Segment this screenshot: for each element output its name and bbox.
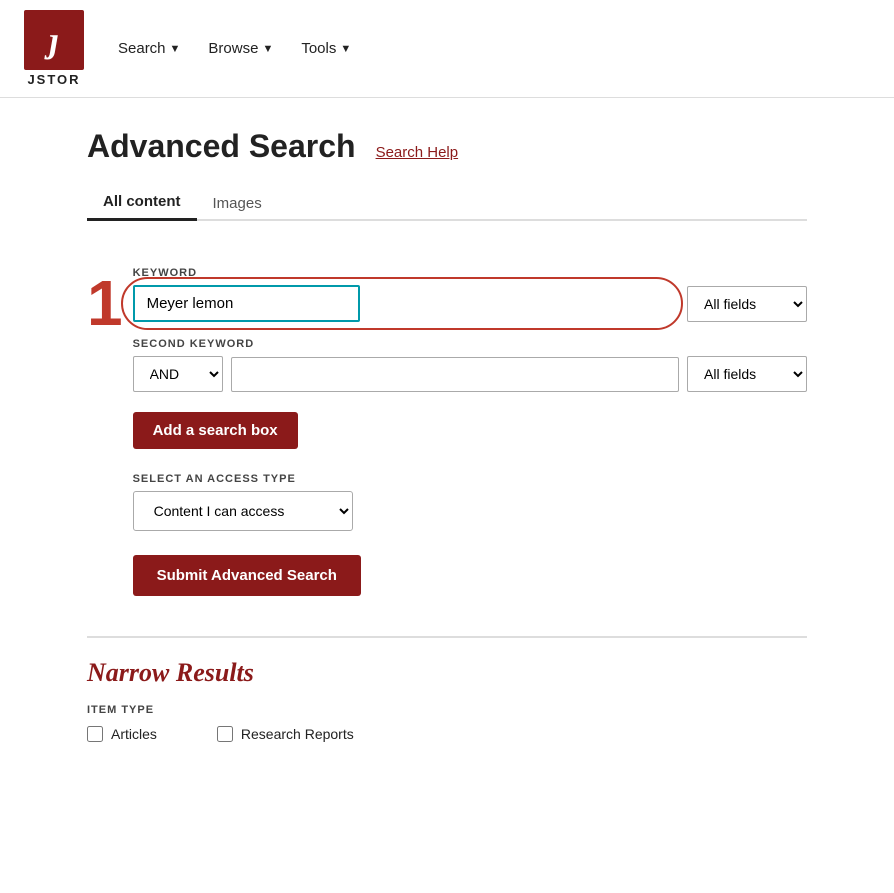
page-header: Advanced Search Search Help xyxy=(87,128,807,165)
search-help-link[interactable]: Search Help xyxy=(376,144,459,161)
research-reports-checkbox[interactable] xyxy=(217,726,233,742)
second-keyword-label: SECOND KEYWORD xyxy=(133,338,807,350)
tab-images[interactable]: Images xyxy=(197,185,278,221)
logo-area: ȷ JSTOR xyxy=(24,10,84,87)
chevron-down-icon: ▼ xyxy=(170,43,181,55)
nav: Search ▼ Browse ▼ Tools ▼ xyxy=(108,34,361,63)
second-field-select[interactable]: All fields Title Author Abstract xyxy=(687,356,807,392)
articles-checkbox-item[interactable]: Articles xyxy=(87,726,157,742)
second-keyword-row: AND OR NOT All fields Title Author Abstr… xyxy=(133,356,807,392)
narrow-results-section: Narrow Results ITEM TYPE Articles Resear… xyxy=(87,636,807,742)
chevron-down-icon: ▼ xyxy=(262,43,273,55)
header: ȷ JSTOR Search ▼ Browse ▼ Tools ▼ xyxy=(0,0,894,98)
add-search-box-button[interactable]: Add a search box xyxy=(133,412,298,449)
step-number: 1 xyxy=(87,271,123,335)
chevron-down-icon: ▼ xyxy=(340,43,351,55)
access-type-label: SELECT AN ACCESS TYPE xyxy=(133,473,807,485)
keyword-row: All fields Title Author Abstract xyxy=(133,285,807,322)
nav-browse-button[interactable]: Browse ▼ xyxy=(198,34,283,63)
jstor-logo: ȷ xyxy=(24,10,84,70)
logo-icon: ȷ xyxy=(49,19,59,61)
item-type-label: ITEM TYPE xyxy=(87,704,807,716)
logo-text: JSTOR xyxy=(27,72,80,87)
research-reports-checkbox-item[interactable]: Research Reports xyxy=(217,726,354,742)
nav-search-button[interactable]: Search ▼ xyxy=(108,34,190,63)
access-type-select[interactable]: Content I can access All content xyxy=(133,491,353,531)
tab-all-content[interactable]: All content xyxy=(87,185,197,221)
nav-tools-button[interactable]: Tools ▼ xyxy=(291,34,361,63)
content-tabs: All content Images xyxy=(87,185,807,221)
second-keyword-input[interactable] xyxy=(231,357,679,392)
narrow-results-title: Narrow Results xyxy=(87,658,807,688)
checkbox-row: Articles Research Reports xyxy=(87,726,807,742)
step-container: 1 KEYWORD All fields Title Author Abstra… xyxy=(87,251,807,596)
keyword-input[interactable] xyxy=(133,285,360,322)
keyword-input-wrapper xyxy=(133,285,679,322)
main-content: Advanced Search Search Help All content … xyxy=(47,98,847,772)
keyword-field-select[interactable]: All fields Title Author Abstract xyxy=(687,286,807,322)
articles-checkbox[interactable] xyxy=(87,726,103,742)
keyword-label: KEYWORD xyxy=(133,267,807,279)
search-fields: KEYWORD All fields Title Author Abstract… xyxy=(133,251,807,596)
page-title: Advanced Search xyxy=(87,128,356,165)
boolean-operator-select[interactable]: AND OR NOT xyxy=(133,356,223,392)
submit-advanced-search-button[interactable]: Submit Advanced Search xyxy=(133,555,361,596)
